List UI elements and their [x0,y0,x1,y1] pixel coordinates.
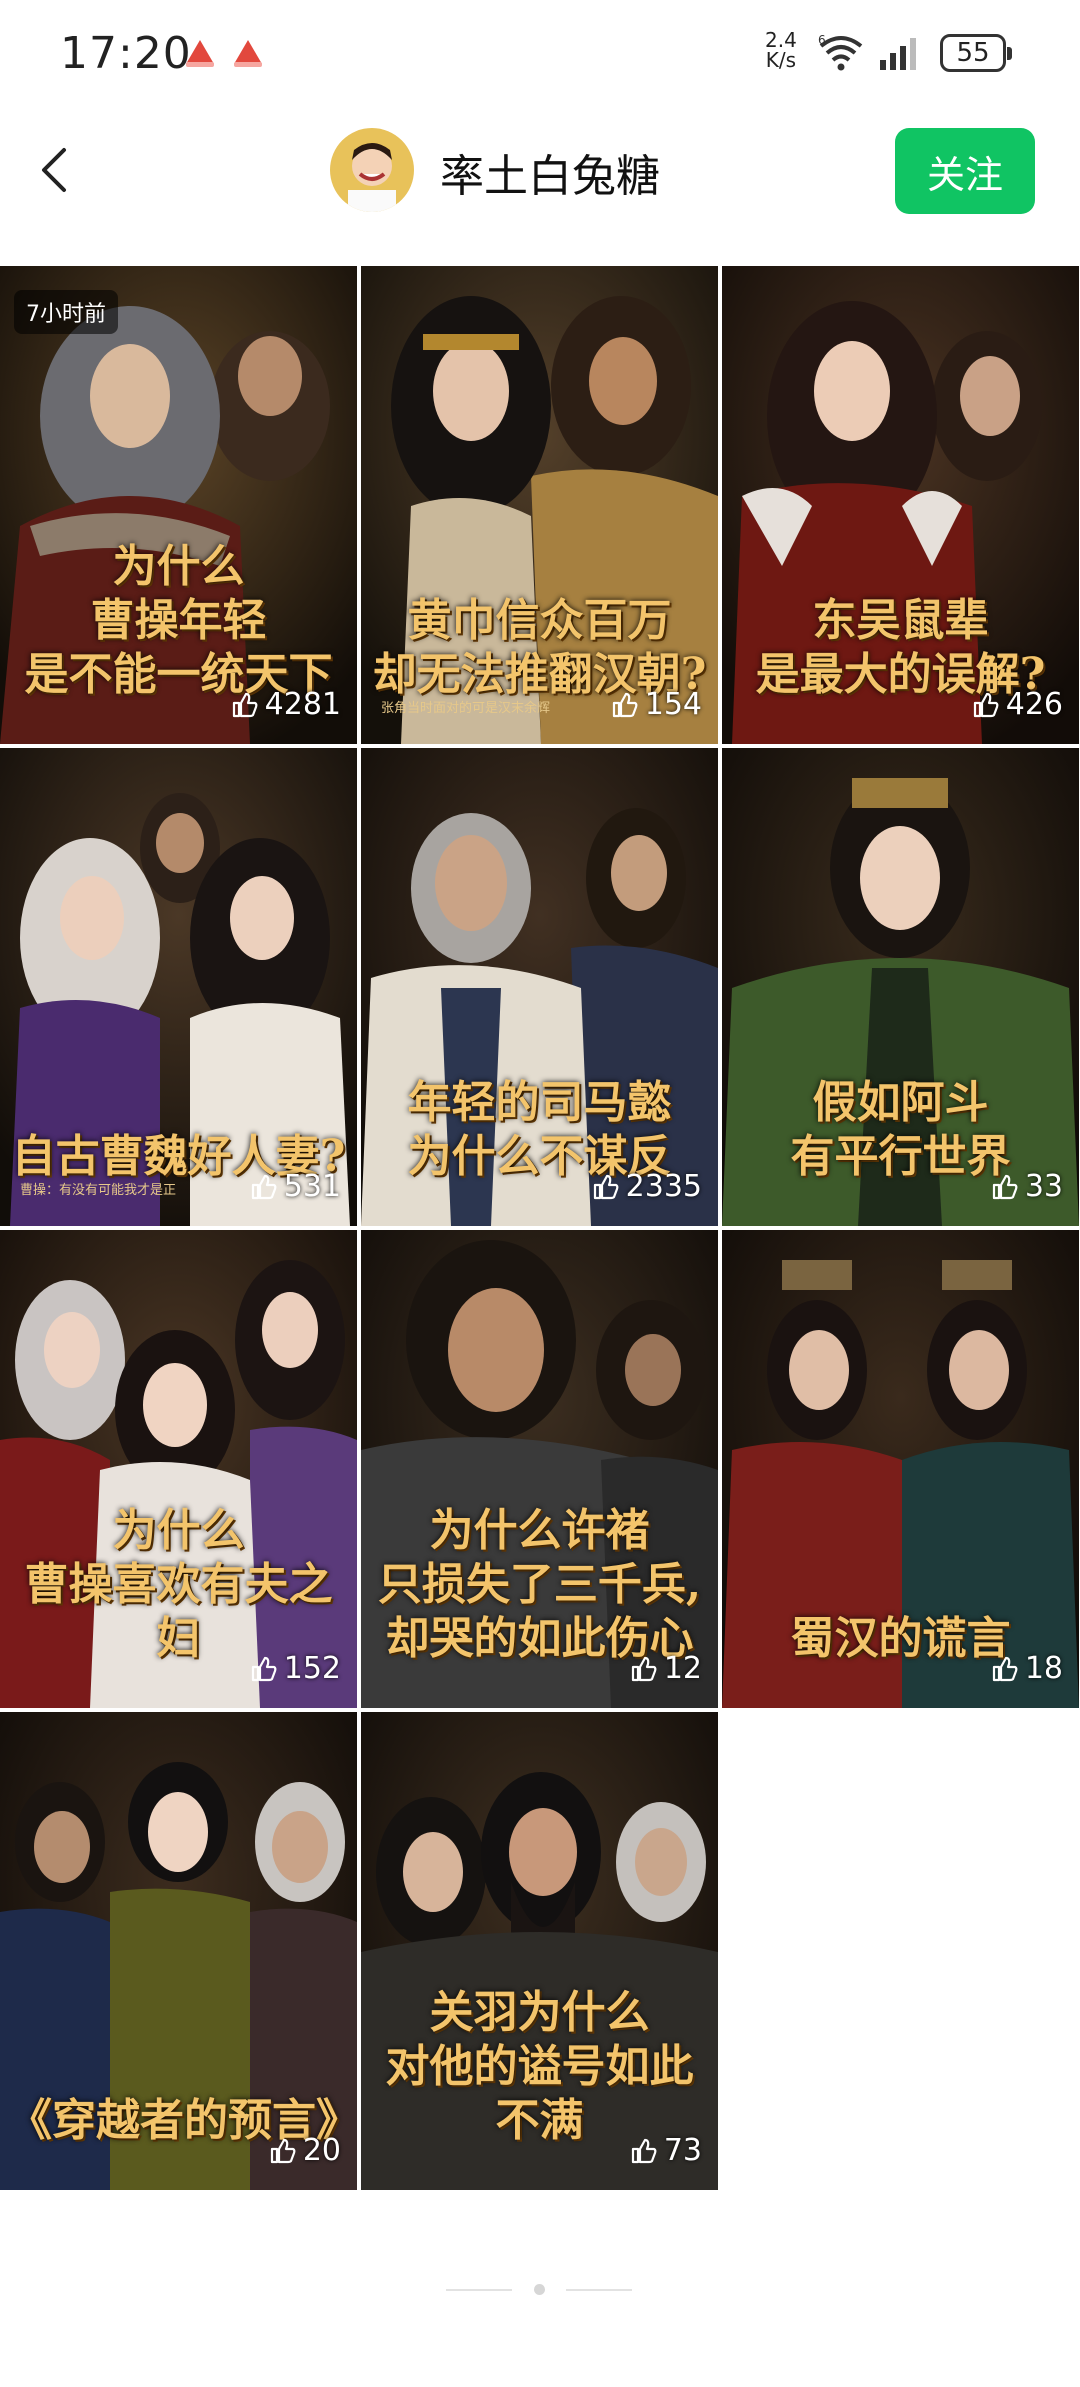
status-time: 17:20 [60,28,192,79]
wifi-icon: 6 [818,34,863,71]
post-subtitle: 张角当时面对的可是汉末余辉 [381,701,551,716]
avatar[interactable] [330,128,414,212]
status-bar: 17:20 2.4 K/s 6 55 [0,0,1080,110]
post-card[interactable]: 《穿越者的预言》 20 [0,1712,357,2190]
like-count: 426 [972,687,1063,722]
network-speed: 2.4 K/s [765,30,797,70]
like-count: 2335 [592,1169,702,1204]
post-card[interactable]: 为什么 曹操喜欢有夫之妇 152 [0,1230,357,1708]
post-title: 黄巾信众百万 却无法推翻汉朝? [372,595,707,700]
like-count-value: 2335 [625,1169,702,1204]
post-title: 为什么 曹操年轻 是不能一统天下 [24,541,333,700]
post-title: 东吴鼠辈 是最大的误解? [755,595,1046,700]
post-title: 关羽为什么 对他的谥号如此不满 [385,1987,694,2146]
post-title: 年轻的司马懿 为什么不谋反 [407,1077,672,1182]
like-count-value: 426 [1005,687,1063,722]
like-count: 154 [611,687,702,722]
svg-text:6: 6 [818,34,826,47]
back-button[interactable] [26,140,86,200]
like-count-value: 18 [1024,1651,1063,1686]
like-count-value: 73 [663,2133,702,2168]
post-subtitle: 曹操：有没有可能我才是正 [20,1183,177,1198]
like-count-value: 531 [283,1169,341,1204]
like-count-value: 4281 [264,687,341,722]
notification-icon [234,40,262,67]
follow-button[interactable]: 关注 [895,128,1035,214]
like-count: 12 [630,1651,702,1686]
thumbs-up-icon [270,2138,296,2163]
like-count-value: 33 [1024,1169,1063,1204]
username[interactable]: 率土白兔糖 [440,140,660,204]
thumbs-up-icon [612,692,638,717]
post-card[interactable]: 自古曹魏好人妻? 曹操：有没有可能我才是正 531 [0,748,357,1226]
post-card[interactable]: 7小时前 为什么 曹操年轻 是不能一统天下 4281 [0,266,357,744]
thumbs-up-icon [631,1656,657,1681]
like-count: 18 [991,1651,1063,1686]
profile-header: 率土白兔糖 关注 [0,110,1080,230]
like-count: 33 [991,1169,1063,1204]
post-card[interactable]: 黄巾信众百万 却无法推翻汉朝? 张角当时面对的可是汉末余辉 154 [361,266,718,744]
like-count: 531 [250,1169,341,1204]
like-count-value: 12 [663,1651,702,1686]
thumbs-up-icon [251,1656,277,1681]
like-count-value: 152 [283,1651,341,1686]
pager-line [566,2289,632,2291]
post-title: 为什么许褚 只损失了三千兵, 却哭的如此伤心 [377,1505,702,1664]
network-speed-unit: K/s [765,48,797,72]
battery-icon: 55 [940,34,1012,72]
thumbs-up-icon [631,2138,657,2163]
like-count: 152 [250,1651,341,1686]
thumbs-up-icon [251,1174,277,1199]
thumbs-up-icon [992,1656,1018,1681]
page-indicator [0,2280,1080,2300]
pager-line [446,2289,512,2291]
like-count: 4281 [231,687,341,722]
post-card[interactable]: 假如阿斗 有平行世界 33 [722,748,1079,1226]
thumbs-up-icon [593,1174,619,1199]
like-count-value: 154 [644,687,702,722]
network-speed-value: 2.4 [765,28,797,52]
thumbs-up-icon [992,1174,1018,1199]
pager-dot [534,2284,545,2295]
post-card[interactable]: 为什么许褚 只损失了三千兵, 却哭的如此伤心 12 [361,1230,718,1708]
post-card[interactable]: 年轻的司马懿 为什么不谋反 2335 [361,748,718,1226]
like-count-value: 20 [302,2133,341,2168]
thumbs-up-icon [232,692,258,717]
like-count: 20 [269,2133,341,2168]
thumbs-up-icon [973,692,999,717]
post-card[interactable]: 关羽为什么 对他的谥号如此不满 73 [361,1712,718,2190]
time-badge: 7小时前 [14,290,118,334]
like-count: 73 [630,2133,702,2168]
notification-icon [186,40,214,67]
post-title: 假如阿斗 有平行世界 [790,1077,1011,1182]
post-card[interactable]: 蜀汉的谎言 18 [722,1230,1079,1708]
post-card[interactable]: 东吴鼠辈 是最大的误解? 426 [722,266,1079,744]
post-title: 为什么 曹操喜欢有夫之妇 [24,1505,333,1664]
signal-icon [880,38,916,70]
